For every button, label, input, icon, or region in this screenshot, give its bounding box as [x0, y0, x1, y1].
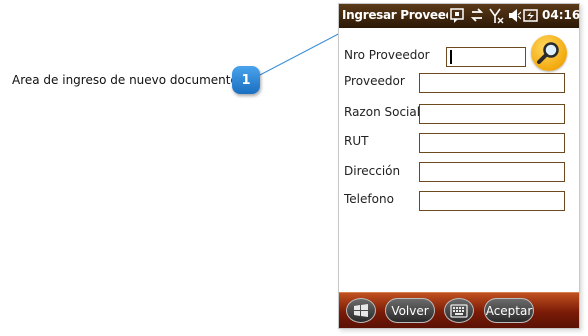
rut-label: RUT	[344, 134, 369, 148]
title-bar: Ingresar Proveedor 04:16	[339, 4, 580, 28]
telefono-input[interactable]	[419, 191, 565, 211]
volume-mute-icon[interactable]	[507, 7, 521, 24]
aceptar-button[interactable]: Aceptar	[484, 298, 534, 323]
direccion-input[interactable]	[419, 162, 565, 182]
search-button[interactable]	[531, 35, 567, 71]
clock[interactable]: 04:16	[542, 8, 580, 22]
nro-proveedor-label: Nro Proveedor	[344, 48, 430, 62]
sync-icon[interactable]	[469, 7, 485, 24]
direccion-label: Dirección	[344, 164, 401, 178]
device-screen: Ingresar Proveedor 04:16 Nro Proveedor	[338, 3, 580, 329]
rut-input[interactable]	[419, 133, 565, 153]
proveedor-input[interactable]	[419, 73, 565, 93]
nro-proveedor-input[interactable]	[446, 47, 526, 67]
battery-icon[interactable]	[523, 7, 539, 24]
callout-text: Area de ingreso de nuevo documento	[12, 73, 238, 87]
razon-social-input[interactable]	[419, 104, 565, 124]
softkey-bar: Volver Aceptar	[339, 292, 579, 328]
callout-badge: 1	[232, 66, 260, 94]
window-title: Ingresar Proveedor	[342, 8, 448, 22]
magnifier-icon	[537, 42, 559, 64]
windows-start-icon	[354, 303, 368, 317]
keyboard-button[interactable]	[444, 298, 474, 323]
start-button[interactable]	[346, 298, 376, 323]
telefono-label: Telefono	[344, 192, 394, 206]
no-signal-icon[interactable]	[488, 7, 504, 24]
razon-social-label: Razon Social	[344, 105, 421, 119]
keyboard-icon	[450, 303, 468, 318]
proveedor-label: Proveedor	[344, 74, 405, 88]
notification-icon[interactable]	[449, 7, 465, 24]
text-caret	[450, 50, 452, 64]
volver-button[interactable]: Volver	[385, 298, 435, 323]
